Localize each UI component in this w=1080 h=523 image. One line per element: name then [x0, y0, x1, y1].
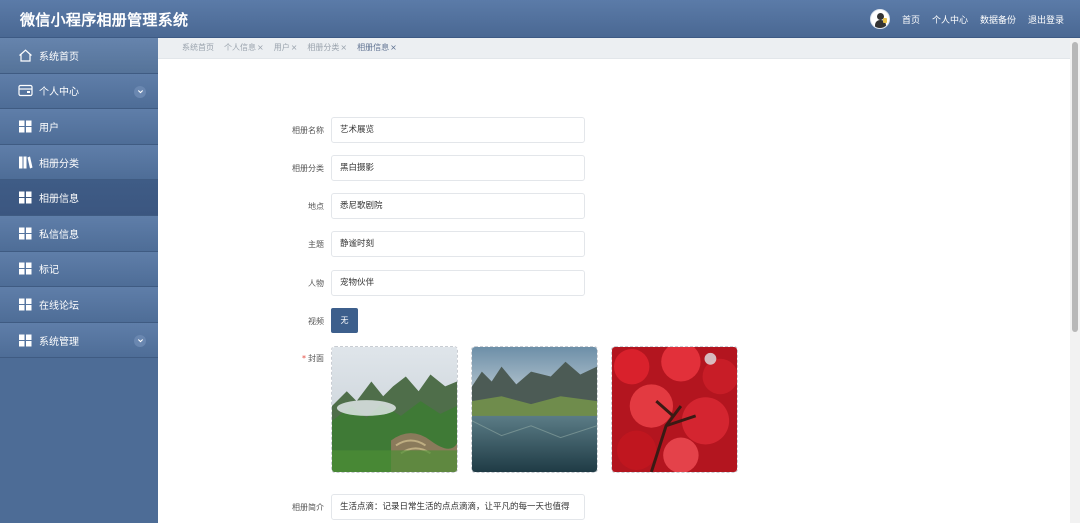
album-name-label: 相册名称	[292, 126, 324, 135]
cover-image-mountains[interactable]	[331, 346, 458, 473]
grid-icon	[18, 298, 33, 311]
tab-users[interactable]: 用户×	[274, 42, 298, 53]
person-label: 人物	[308, 279, 324, 288]
vertical-scrollbar[interactable]	[1070, 38, 1080, 523]
person-input[interactable]: 宠物伙伴	[331, 270, 585, 296]
required-mark: *	[302, 354, 306, 363]
sidebar: 系统首页 个人中心 用户 相册分类 相册信息 私信信息 标记 在线论坛 系统管理	[0, 38, 158, 523]
location-label: 地点	[308, 202, 324, 211]
wallet-icon	[18, 84, 33, 97]
sidebar-item-album-info[interactable]: 相册信息	[0, 180, 158, 216]
avatar[interactable]	[869, 9, 890, 29]
album-category-input[interactable]: 黑白摄影	[331, 155, 585, 181]
theme-row: 主题 静谧时刻	[158, 231, 858, 257]
home-link[interactable]: 首页	[902, 13, 920, 26]
sidebar-item-label: 系统首页	[39, 51, 79, 63]
sidebar-item-label: 个人中心	[39, 87, 79, 99]
tab-system-home[interactable]: 系统首页	[182, 42, 214, 53]
breadcrumb: 系统首页 个人信息× 用户× 相册分类× 相册信息×	[158, 38, 1070, 59]
header-actions: 首页 个人中心 数据备份 退出登录	[869, 0, 1064, 38]
tab-album-info[interactable]: 相册信息×	[357, 42, 397, 53]
top-header: 微信小程序相册管理系统 首页 个人中心 数据备份 退出登录	[0, 0, 1080, 38]
sidebar-item-personal-center[interactable]: 个人中心	[0, 73, 158, 110]
theme-input[interactable]: 静谧时刻	[331, 231, 585, 257]
theme-label: 主题	[308, 240, 324, 249]
album-name-row: 相册名称 艺术展览	[158, 117, 858, 143]
sidebar-item-label: 在线论坛	[39, 300, 79, 312]
cover-images	[331, 346, 751, 473]
album-category-row: 相册分类 黑白摄影	[158, 155, 858, 181]
grid-icon	[18, 191, 33, 204]
tab-personal-info[interactable]: 个人信息×	[224, 42, 264, 53]
close-icon[interactable]: ×	[291, 43, 298, 52]
album-name-input[interactable]: 艺术展览	[331, 117, 585, 143]
close-icon[interactable]: ×	[257, 43, 264, 52]
chevron-down-icon[interactable]	[134, 334, 146, 347]
video-label: 视频	[308, 317, 324, 326]
album-intro-input[interactable]: 生活点滴：记录日常生活的点点滴滴，让平凡的每一天也值得	[331, 494, 585, 520]
data-backup-link[interactable]: 数据备份	[980, 13, 1016, 26]
grid-icon	[18, 334, 33, 347]
sidebar-item-online-forum[interactable]: 在线论坛	[0, 287, 158, 323]
location-input[interactable]: 悉尼歌剧院	[331, 193, 585, 219]
sidebar-item-users[interactable]: 用户	[0, 109, 158, 145]
video-row: 视频 无	[158, 308, 858, 334]
album-intro-row: 相册简介 生活点滴：记录日常生活的点点滴滴，让平凡的每一天也值得	[158, 494, 858, 520]
sidebar-item-label: 私信信息	[39, 229, 79, 241]
sidebar-item-label: 系统管理	[39, 336, 79, 348]
album-intro-label: 相册简介	[292, 503, 324, 512]
cover-image-red-maple[interactable]	[611, 346, 738, 473]
sidebar-item-label: 相册分类	[39, 158, 79, 170]
sidebar-item-album-category[interactable]: 相册分类	[0, 144, 158, 181]
home-icon	[18, 49, 33, 62]
grid-icon	[18, 120, 33, 133]
cover-image-lake[interactable]	[471, 346, 598, 473]
album-detail-form: 相册名称 艺术展览 相册分类 黑白摄影 地点 悉尼歌剧院 主题 静谧时刻 人物 …	[158, 59, 1070, 523]
tab-album-category[interactable]: 相册分类×	[307, 42, 347, 53]
sidebar-item-private-messages[interactable]: 私信信息	[0, 215, 158, 252]
sidebar-item-label: 相册信息	[39, 194, 79, 206]
grid-icon	[18, 227, 33, 240]
app-title: 微信小程序相册管理系统	[20, 11, 189, 29]
location-row: 地点 悉尼歌剧院	[158, 193, 858, 219]
logout-link[interactable]: 退出登录	[1028, 13, 1064, 26]
sidebar-item-label: 标记	[39, 265, 59, 277]
grid-icon	[18, 262, 33, 275]
sidebar-item-system-management[interactable]: 系统管理	[0, 322, 158, 359]
chevron-down-icon[interactable]	[134, 85, 146, 98]
sidebar-item-home[interactable]: 系统首页	[0, 38, 158, 74]
sidebar-item-label: 用户	[39, 122, 59, 134]
album-category-label: 相册分类	[292, 164, 324, 173]
cover-label: * 封面	[302, 354, 324, 363]
person-row: 人物 宠物伙伴	[158, 270, 858, 296]
sidebar-item-marks[interactable]: 标记	[0, 251, 158, 288]
close-icon[interactable]: ×	[390, 43, 397, 52]
app-window: 微信小程序相册管理系统 首页 个人中心 数据备份 退出登录 系统首页 个人中心	[0, 0, 1080, 523]
video-none-button[interactable]: 无	[331, 308, 358, 333]
close-icon[interactable]: ×	[340, 43, 347, 52]
book-icon	[18, 156, 33, 169]
profile-link[interactable]: 个人中心	[932, 13, 968, 26]
scrollbar-thumb[interactable]	[1072, 42, 1078, 332]
